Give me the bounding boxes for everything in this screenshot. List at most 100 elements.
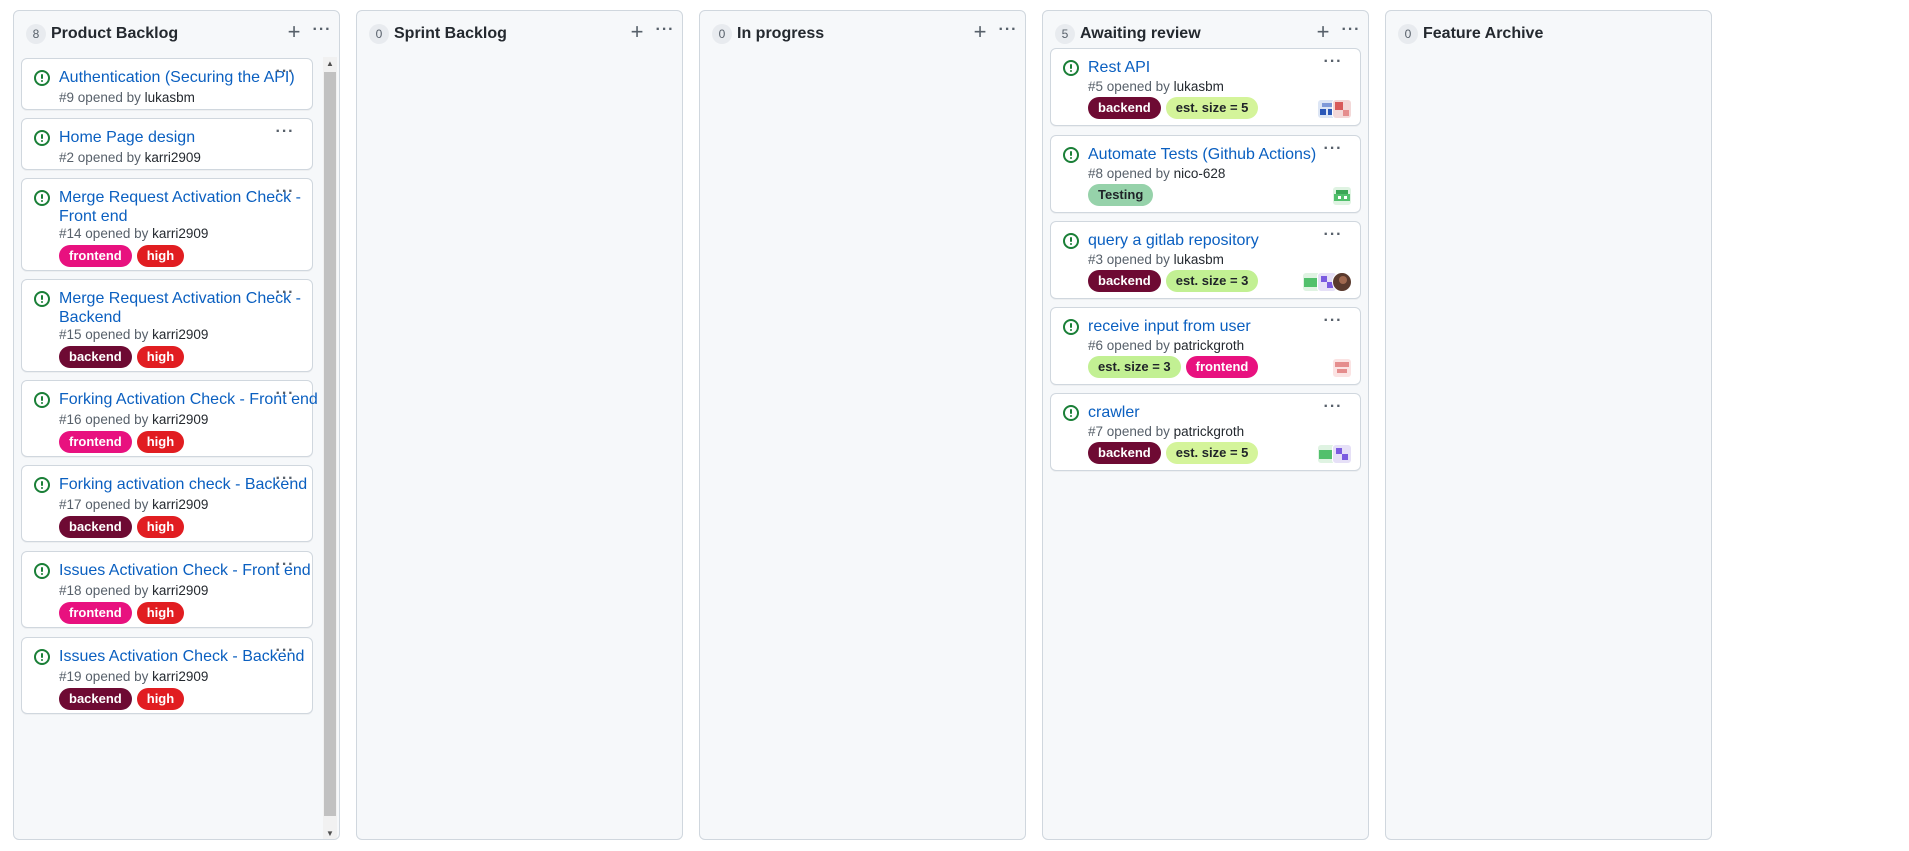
column-card-count: 8 (26, 24, 46, 44)
scroll-up-arrow-icon[interactable]: ▲ (323, 57, 337, 71)
issue-card[interactable]: Forking activation check - Backend #17 o… (21, 465, 313, 542)
issue-number: #16 (59, 412, 82, 427)
issue-title-link[interactable]: Merge Request Activation Check - Front e… (59, 189, 301, 225)
issue-card[interactable]: Rest API #5 opened by lukasbm backend es… (1050, 48, 1361, 126)
column-header: 0 Sprint Backlog + ··· (357, 11, 682, 55)
issue-author[interactable]: lukasbm (145, 90, 195, 105)
issue-title-link[interactable]: Issues Activation Check - Backend (59, 648, 304, 665)
column-in-progress: 0 In progress + ··· (699, 10, 1026, 840)
column-more-icon[interactable]: ··· (994, 21, 1022, 45)
card-more-icon[interactable]: ··· (272, 471, 298, 492)
vertical-scrollbar[interactable]: ▲ ▼ (323, 57, 337, 839)
label-backend[interactable]: backend (1088, 270, 1161, 292)
issue-author[interactable]: patrickgroth (1174, 424, 1245, 439)
label-high[interactable]: high (136, 431, 185, 453)
label-backend[interactable]: backend (59, 516, 132, 538)
card-more-icon[interactable]: ··· (1320, 141, 1346, 162)
column-more-icon[interactable]: ··· (1337, 21, 1365, 45)
issue-card[interactable]: Authentication (Securing the API) #9 ope… (21, 58, 313, 110)
avatar[interactable] (1332, 358, 1352, 378)
add-card-icon[interactable]: + (1312, 21, 1334, 45)
issue-title-link[interactable]: crawler (1088, 404, 1140, 421)
label-frontend[interactable]: frontend (59, 602, 132, 624)
issue-card[interactable]: query a gitlab repository #3 opened by l… (1050, 221, 1361, 299)
issue-card[interactable]: Home Page design #2 opened by karri2909 … (21, 118, 313, 170)
issue-card[interactable]: Automate Tests (Github Actions) #8 opene… (1050, 135, 1361, 213)
add-card-icon[interactable]: + (626, 21, 648, 45)
card-more-icon[interactable]: ··· (272, 184, 298, 205)
label-est-size[interactable]: est. size = 5 (1165, 442, 1259, 464)
label-backend[interactable]: backend (1088, 442, 1161, 464)
issue-author[interactable]: karri2909 (152, 327, 208, 342)
card-more-icon[interactable]: ··· (272, 64, 298, 85)
card-more-icon[interactable]: ··· (1320, 54, 1346, 75)
label-est-size[interactable]: est. size = 3 (1088, 356, 1181, 378)
issue-number: #6 (1088, 338, 1104, 353)
issue-author[interactable]: lukasbm (1174, 79, 1224, 94)
add-card-icon[interactable]: + (969, 21, 991, 45)
issue-title-link[interactable]: Merge Request Activation Check - Backend (59, 290, 301, 326)
issue-author[interactable]: lukasbm (1174, 252, 1224, 267)
label-high[interactable]: high (136, 516, 185, 538)
avatar[interactable] (1332, 444, 1352, 464)
label-est-size[interactable]: est. size = 3 (1165, 270, 1259, 292)
avatar[interactable] (1332, 186, 1352, 206)
issue-card[interactable]: receive input from user #6 opened by pat… (1050, 307, 1361, 385)
issue-title-link[interactable]: Automate Tests (Github Actions) (1088, 146, 1316, 163)
scroll-down-arrow-icon[interactable]: ▼ (323, 827, 337, 839)
avatar[interactable] (1332, 272, 1352, 292)
issue-open-icon (1063, 319, 1079, 335)
card-more-icon[interactable]: ··· (272, 643, 298, 664)
label-frontend[interactable]: frontend (1185, 356, 1259, 378)
opened-by-text: opened by (85, 583, 149, 598)
issue-author[interactable]: karri2909 (152, 497, 208, 512)
label-est-size[interactable]: est. size = 5 (1165, 97, 1259, 119)
issue-author[interactable]: patrickgroth (1174, 338, 1245, 353)
issue-author[interactable]: karri2909 (152, 412, 208, 427)
issue-title-link[interactable]: Authentication (Securing the API) (59, 69, 295, 86)
card-more-icon[interactable]: ··· (272, 557, 298, 578)
issue-card[interactable]: crawler #7 opened by patrickgroth backen… (1050, 393, 1361, 471)
issue-card[interactable]: Issues Activation Check - Front end #18 … (21, 551, 313, 628)
label-list: frontend high (59, 431, 185, 453)
column-more-icon[interactable]: ··· (308, 21, 336, 45)
card-more-icon[interactable]: ··· (272, 124, 298, 145)
label-backend[interactable]: backend (59, 688, 132, 710)
label-backend[interactable]: backend (59, 346, 132, 368)
label-frontend[interactable]: frontend (59, 245, 132, 267)
label-backend[interactable]: backend (1088, 97, 1161, 119)
issue-title-link[interactable]: Rest API (1088, 59, 1150, 76)
issue-card[interactable]: Issues Activation Check - Backend #19 op… (21, 637, 313, 714)
issue-title-link[interactable]: receive input from user (1088, 318, 1251, 335)
label-testing[interactable]: Testing (1088, 184, 1154, 206)
card-more-icon[interactable]: ··· (272, 285, 298, 306)
issue-meta: #16 opened by karri2909 (59, 411, 208, 429)
issue-author[interactable]: karri2909 (152, 583, 208, 598)
label-high[interactable]: high (136, 245, 185, 267)
label-high[interactable]: high (136, 602, 185, 624)
card-more-icon[interactable]: ··· (1320, 399, 1346, 420)
issue-card[interactable]: Forking Activation Check - Front end #16… (21, 380, 318, 457)
issue-title-link[interactable]: query a gitlab repository (1088, 232, 1259, 249)
issue-title-link[interactable]: Home Page design (59, 129, 195, 146)
opened-by-text: opened by (85, 412, 149, 427)
card-more-icon[interactable]: ··· (1320, 313, 1346, 334)
issue-meta: #3 opened by lukasbm (1088, 251, 1224, 269)
scrollbar-thumb[interactable] (324, 72, 336, 816)
label-high[interactable]: high (136, 346, 185, 368)
issue-author[interactable]: karri2909 (152, 669, 208, 684)
issue-author[interactable]: karri2909 (145, 150, 201, 165)
card-more-icon[interactable]: ··· (1320, 227, 1346, 248)
issue-author[interactable]: karri2909 (152, 226, 208, 241)
issue-card[interactable]: Merge Request Activation Check - Backend… (21, 279, 313, 372)
card-more-icon[interactable]: ··· (272, 386, 298, 407)
label-high[interactable]: high (136, 688, 185, 710)
label-frontend[interactable]: frontend (59, 431, 132, 453)
assignee-avatars (1317, 444, 1352, 466)
issue-author[interactable]: nico-628 (1174, 166, 1226, 181)
column-more-icon[interactable]: ··· (651, 21, 679, 45)
issue-title-link[interactable]: Forking activation check - Backend (59, 476, 307, 493)
add-card-icon[interactable]: + (283, 21, 305, 45)
issue-card[interactable]: Merge Request Activation Check - Front e… (21, 178, 313, 271)
avatar[interactable] (1332, 99, 1352, 119)
